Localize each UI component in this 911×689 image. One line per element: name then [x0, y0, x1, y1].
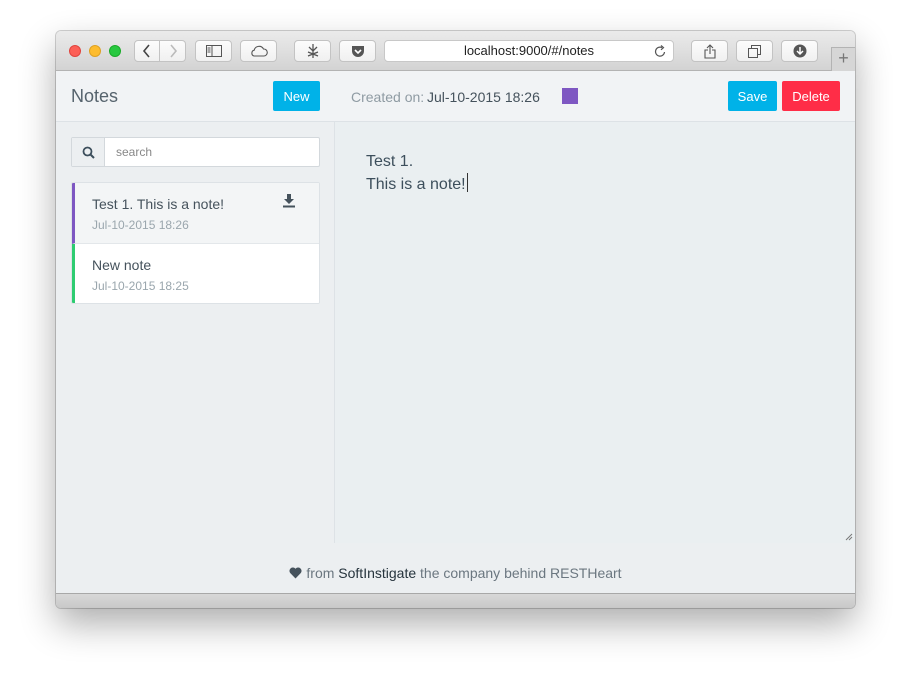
- cloud-icon: [250, 45, 268, 57]
- minimize-window-button[interactable]: [89, 45, 101, 57]
- maximize-window-button[interactable]: [109, 45, 121, 57]
- forward-button[interactable]: [160, 40, 186, 62]
- sidebar-toggle-button[interactable]: [195, 40, 232, 62]
- search-box: [71, 137, 320, 167]
- download-note-icon[interactable]: [282, 194, 296, 208]
- note-date: Jul-10-2015 18:26: [92, 218, 189, 232]
- save-button[interactable]: Save: [728, 81, 777, 111]
- new-tab-button[interactable]: +: [831, 47, 855, 71]
- back-button[interactable]: [134, 40, 160, 62]
- app-title: Notes: [71, 86, 119, 106]
- note-date: Jul-10-2015 18:25: [92, 279, 189, 293]
- tabs-icon: [748, 44, 761, 58]
- note-body-text: Test 1. This is a note!: [366, 153, 466, 193]
- created-label: Created on:: [351, 89, 425, 105]
- delete-button[interactable]: Delete: [782, 81, 840, 111]
- footer-tagline: the company behind RESTHeart: [420, 565, 622, 581]
- back-icon: [142, 44, 150, 58]
- reload-icon[interactable]: [653, 43, 667, 59]
- window-bottom-bar: [56, 593, 855, 608]
- sidebar-icon: [205, 45, 222, 57]
- note-color-swatch[interactable]: [562, 88, 578, 104]
- address-bar[interactable]: localhost:9000/#/notes: [384, 40, 674, 62]
- footer-from: from: [306, 565, 335, 581]
- extension-button[interactable]: [294, 40, 331, 62]
- extension-icon: [307, 44, 318, 58]
- browser-toolbar: localhost:9000/#/notes +: [56, 31, 855, 71]
- pocket-button[interactable]: [339, 40, 376, 62]
- app-content: Notes New Test 1. This is a note! Jul-10…: [56, 71, 855, 593]
- search-addon: [72, 138, 105, 166]
- notes-sidebar: Notes New Test 1. This is a note! Jul-10…: [56, 71, 335, 543]
- forward-icon: [169, 44, 177, 58]
- search-icon: [82, 146, 95, 159]
- close-window-button[interactable]: [69, 45, 81, 57]
- url-text: localhost:9000/#/notes: [463, 43, 595, 58]
- sidebar-header: Notes New: [56, 71, 335, 122]
- icloud-tabs-button[interactable]: [240, 40, 277, 62]
- share-icon: [703, 43, 716, 59]
- editor-header: Created on: Jul-10-2015 18:26 Save Delet…: [335, 71, 855, 122]
- list-item[interactable]: New note Jul-10-2015 18:25: [72, 244, 319, 303]
- note-title: Test 1. This is a note!: [92, 196, 225, 212]
- note-editor: Created on: Jul-10-2015 18:26 Save Delet…: [335, 71, 855, 543]
- downloads-button[interactable]: [781, 40, 818, 62]
- search-input[interactable]: [106, 138, 318, 166]
- created-value: Jul-10-2015 18:26: [427, 89, 540, 105]
- page-footer: from SoftInstigate the company behind RE…: [56, 543, 855, 593]
- pocket-icon: [351, 45, 364, 57]
- resize-grip-icon[interactable]: [845, 533, 853, 541]
- note-textarea[interactable]: Test 1. This is a note!: [366, 151, 826, 196]
- note-title: New note: [92, 257, 152, 273]
- notes-list: Test 1. This is a note! Jul-10-2015 18:2…: [71, 182, 320, 304]
- share-button[interactable]: [691, 40, 728, 62]
- footer-brand-link[interactable]: SoftInstigate: [338, 565, 416, 581]
- show-tabs-button[interactable]: [736, 40, 773, 62]
- new-tab-icon: +: [838, 48, 849, 68]
- browser-window: localhost:9000/#/notes + Notes New searc…: [56, 31, 855, 608]
- download-icon: [793, 44, 806, 58]
- list-item[interactable]: Test 1. This is a note! Jul-10-2015 18:2…: [72, 183, 319, 244]
- heart-icon: [289, 567, 302, 579]
- new-note-button[interactable]: New: [273, 81, 320, 111]
- text-caret: [466, 173, 468, 192]
